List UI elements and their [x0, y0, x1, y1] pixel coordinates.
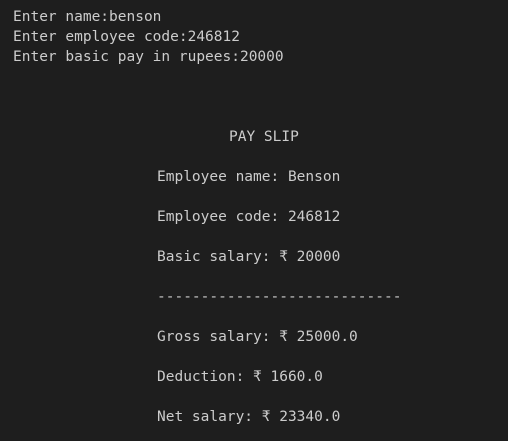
employee-name-line: Employee name: Benson: [157, 169, 341, 185]
net-salary-line: Net salary: ₹ 23340.0: [157, 409, 341, 425]
payslip-title: PAY SLIP: [229, 129, 299, 145]
input-line-name: Enter name:benson: [13, 9, 162, 25]
input-line-employee-code: Enter employee code:246812: [13, 29, 240, 45]
separator-line: ----------------------------: [157, 289, 402, 305]
employee-code-line: Employee code: 246812: [157, 209, 341, 225]
deduction-line: Deduction: ₹ 1660.0: [157, 369, 323, 385]
terminal-output: Enter name:benson Enter employee code:24…: [0, 0, 508, 441]
basic-salary-line: Basic salary: ₹ 20000: [157, 249, 341, 265]
gross-salary-line: Gross salary: ₹ 25000.0: [157, 329, 358, 345]
input-line-basic-pay: Enter basic pay in rupees:20000: [13, 49, 284, 65]
